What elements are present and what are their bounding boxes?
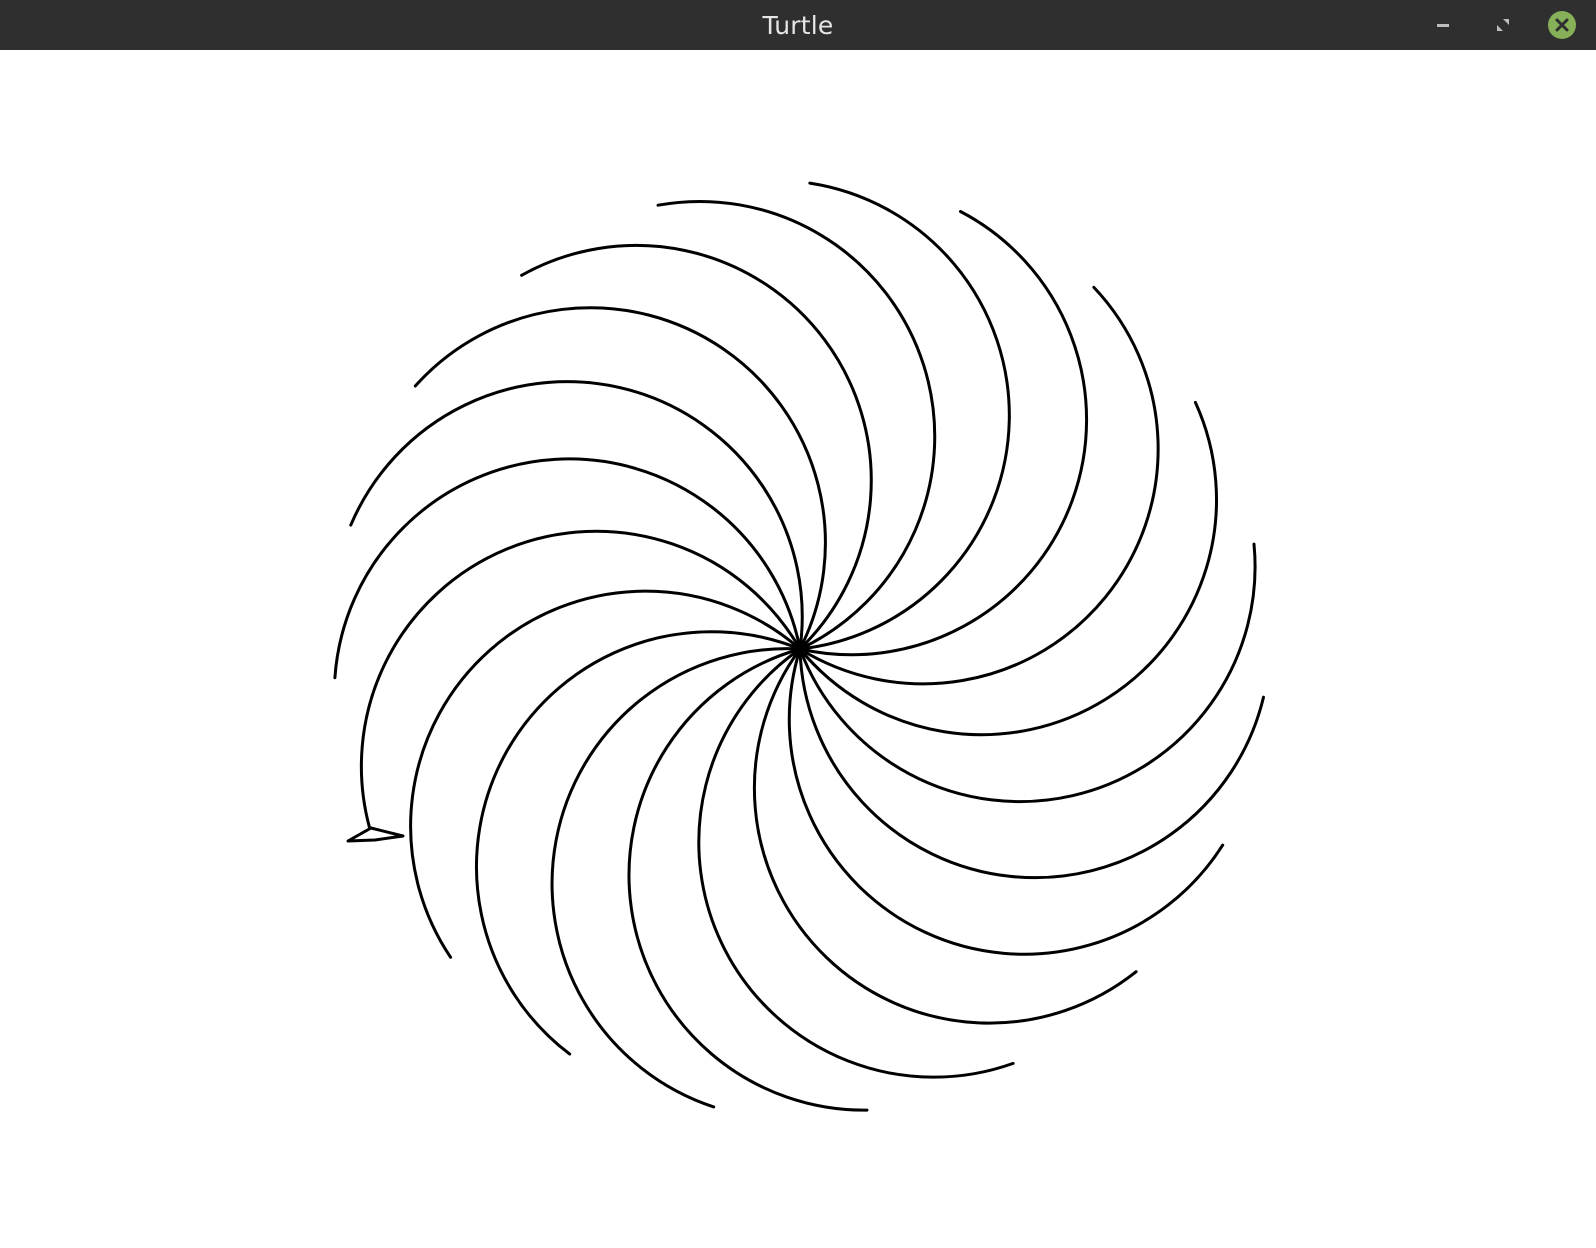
spiral-arc xyxy=(697,647,1015,1079)
turtle-canvas[interactable] xyxy=(0,50,1596,1248)
spiral-arc xyxy=(798,647,1265,880)
turtle-arrow-icon xyxy=(346,826,405,843)
spiral-arc xyxy=(333,457,802,680)
spiral-arc xyxy=(656,199,937,651)
spiral-arc xyxy=(520,243,873,651)
title-bar[interactable]: Turtle xyxy=(0,0,1596,50)
spiral-arc xyxy=(798,210,1089,657)
spiral-arc xyxy=(798,285,1160,686)
maximize-icon xyxy=(1497,19,1509,31)
close-icon xyxy=(1548,11,1576,39)
spiral-arc xyxy=(409,589,802,959)
spiral-arc xyxy=(627,647,869,1112)
center-point xyxy=(795,644,805,654)
spiral-arc xyxy=(550,647,802,1109)
minimize-icon xyxy=(1437,24,1449,27)
drawing-surface xyxy=(333,181,1265,1112)
minimize-button[interactable] xyxy=(1428,10,1458,40)
spiral-arc xyxy=(752,647,1138,1025)
spiral-arc xyxy=(798,181,1011,651)
close-button[interactable] xyxy=(1547,10,1577,40)
window-title: Turtle xyxy=(762,11,834,40)
turtle-window: Turtle xyxy=(0,0,1596,1248)
spiral-arc xyxy=(798,400,1218,737)
spiral-arc xyxy=(798,542,1257,804)
maximize-button[interactable] xyxy=(1488,10,1518,40)
